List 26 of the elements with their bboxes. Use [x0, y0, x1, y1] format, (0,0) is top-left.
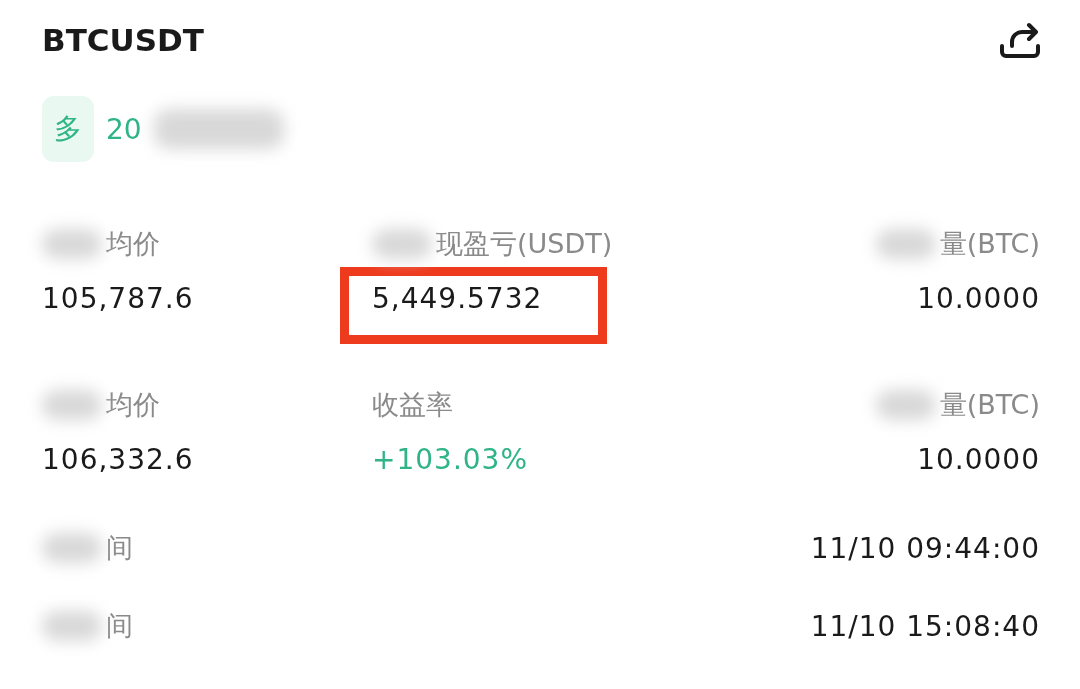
stat-label: 均价 [106, 227, 160, 261]
redaction-blur [875, 390, 936, 420]
stat-value: 106,332.6 [42, 443, 194, 476]
redaction-blur [42, 611, 102, 641]
time-value: 11/10 15:08:40 [810, 609, 1040, 643]
stat-value: 10.0000 [917, 443, 1040, 476]
stat-value: 5,449.5732 [372, 282, 543, 315]
redaction-blur [42, 390, 102, 420]
pair-title: BTCUSDT [42, 22, 204, 58]
stat-value: +103.03% [372, 443, 529, 476]
stat-label: 收益率 [372, 388, 453, 422]
stat-value: 105,787.6 [42, 282, 194, 315]
stat-label: 量(BTC) [939, 388, 1040, 422]
long-tag: 多 [42, 96, 94, 162]
redaction-blur [42, 533, 102, 563]
time-label: 间 [106, 531, 133, 565]
redaction-blur [42, 229, 102, 259]
stat-label: 量(BTC) [939, 227, 1040, 261]
stat-label: 现盈亏(USDT) [436, 227, 613, 261]
redaction-blur [875, 229, 936, 259]
time-value: 11/10 09:44:00 [810, 531, 1040, 565]
position-text: 20 [106, 112, 142, 146]
stat-value: 10.0000 [917, 282, 1040, 315]
redaction-blur [372, 229, 432, 259]
time-label: 间 [106, 609, 133, 643]
stat-label: 均价 [106, 388, 160, 422]
